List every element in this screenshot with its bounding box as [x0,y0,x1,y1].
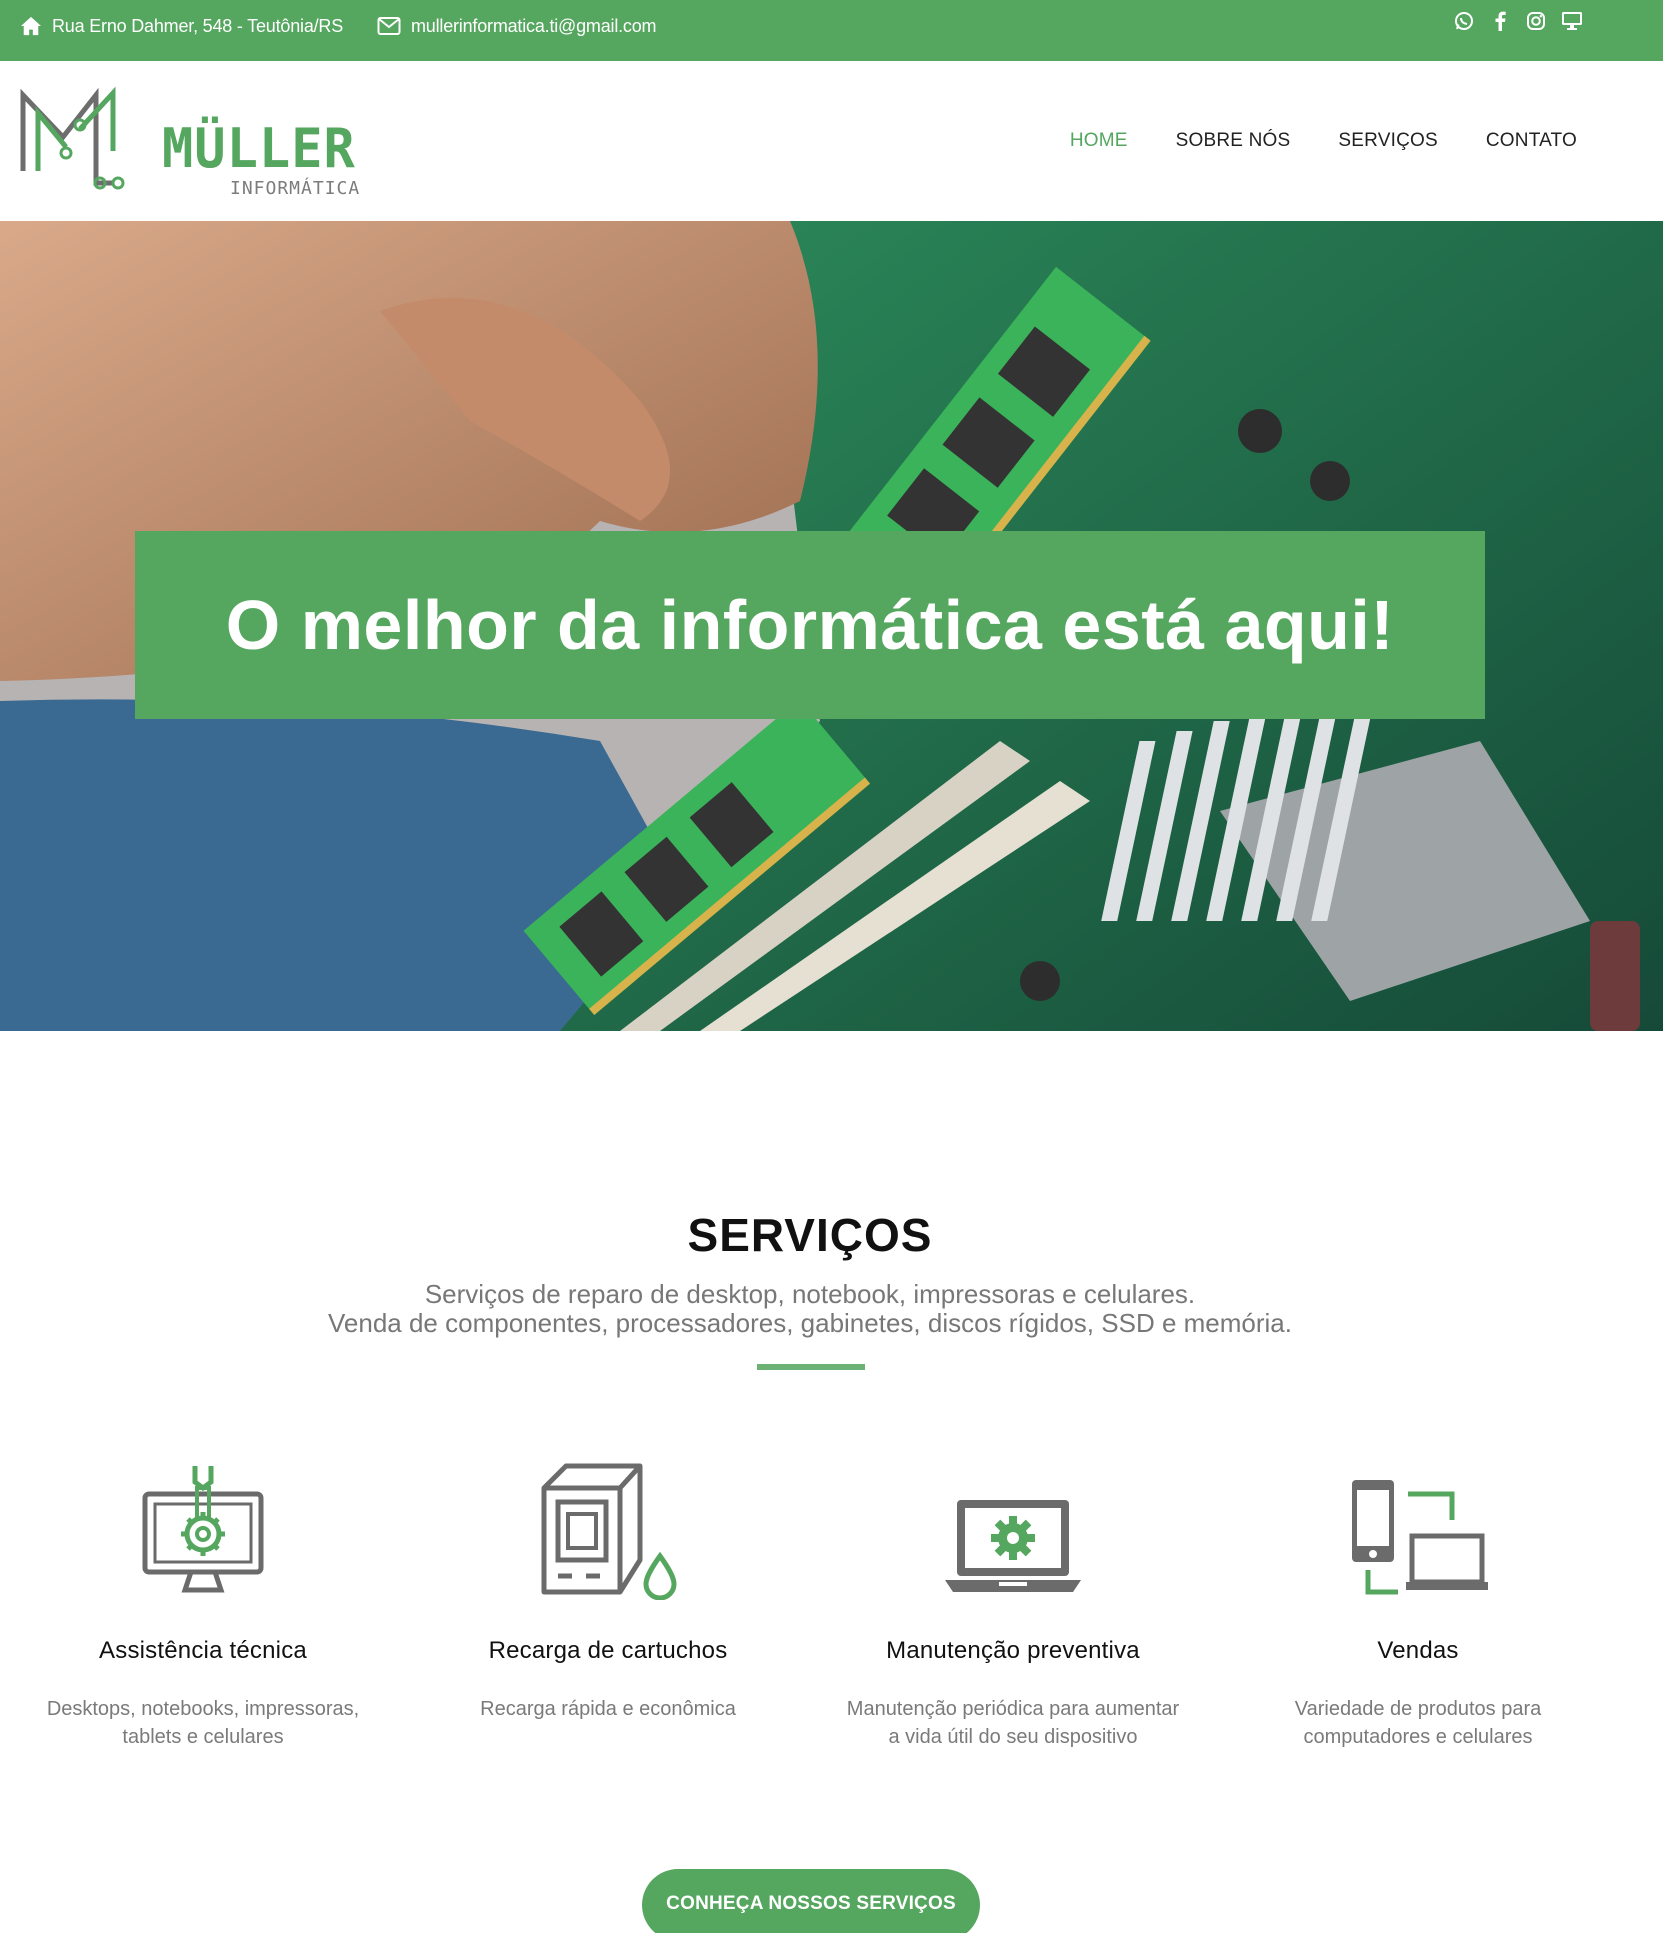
service-description: Variedade de produtos para computadores … [1294,1698,1542,1748]
main-nav: HOME SOBRE NÓS SERVIÇOS CONTATO [1070,61,1577,221]
nav-item-contato[interactable]: CONTATO [1486,130,1577,152]
service-description: Manutenção periódica para aumentar a vid… [846,1698,1180,1748]
instagram-icon[interactable] [1525,9,1547,33]
monitor-icon[interactable] [1561,9,1583,33]
service-card-recarga[interactable]: Recarga de cartuchos Recarga rápida e ec… [428,1450,788,1723]
hero-banner: O melhor da informática está aqui! [135,531,1485,719]
services-title: SERVIÇOS [687,1209,933,1261]
home-icon [21,16,41,36]
service-title: Recarga de cartuchos [488,1637,728,1664]
devices-icon [1352,1480,1488,1595]
hero-headline: O melhor da informática está aqui! [225,586,1395,664]
facebook-icon[interactable] [1489,9,1511,33]
logo-mark-icon [20,86,125,190]
services-description: Serviços de reparo de desktop, notebook,… [0,1280,1620,1338]
services-description-line-2: Venda de componentes, processadores, gab… [328,1308,1292,1338]
logo-tagline: INFORMÁTICA [230,178,361,199]
section-divider [757,1364,865,1370]
social-links [1453,9,1583,33]
email-text[interactable]: mullerinformatica.ti@gmail.com [411,16,657,37]
services-cta-button[interactable]: CONHEÇA NOSSOS SERVIÇOS [642,1869,980,1933]
nav-item-sobre-nos[interactable]: SOBRE NÓS [1176,130,1291,152]
top-bar: Rua Erno Dahmer, 548 - Teutônia/RS mulle… [0,0,1663,61]
address-info: Rua Erno Dahmer, 548 - Teutônia/RS [20,0,343,52]
email-info[interactable]: mullerinformatica.ti@gmail.com [377,0,657,52]
logo[interactable]: MÜLLER INFORMÁTICA [18,85,359,199]
service-title: Manutenção preventiva [886,1637,1140,1664]
hero-section: O melhor da informática está aqui! [0,221,1663,1031]
monitor-wrench-icon [142,1466,264,1593]
service-card-vendas[interactable]: Vendas Variedade de produtos para comput… [1238,1450,1598,1751]
logo-wordmark: MÜLLER [162,117,356,181]
service-description: Desktops, notebooks, impressoras, tablet… [46,1698,360,1748]
service-card-manutencao[interactable]: Manutenção preventiva Manutenção periódi… [833,1450,1193,1751]
nav-item-home[interactable]: HOME [1070,130,1128,152]
service-card-assistencia[interactable]: Assistência técnica Desktops, notebooks,… [23,1450,383,1751]
service-title: Vendas [1377,1637,1459,1664]
address-text: Rua Erno Dahmer, 548 - Teutônia/RS [52,15,344,36]
nav-item-servicos[interactable]: SERVIÇOS [1338,130,1437,152]
laptop-gear-icon [945,1500,1081,1592]
service-title: Assistência técnica [99,1637,307,1664]
service-description: Recarga rápida e econômica [480,1698,736,1720]
site-header: MÜLLER INFORMÁTICA HOME SOBRE NÓS SERVIÇ… [0,61,1663,221]
services-description-line-1: Serviços de reparo de desktop, notebook,… [424,1279,1196,1309]
cartridge-ink-icon [541,1463,677,1600]
envelope-icon [377,17,401,35]
whatsapp-icon[interactable] [1453,9,1475,33]
